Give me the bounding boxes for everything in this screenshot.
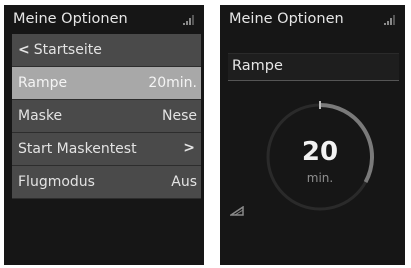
menu-item-label: Rampe (18, 75, 68, 91)
title-bar: Meine Optionen (4, 5, 204, 33)
setting-name-label: Rampe (232, 58, 283, 74)
ramp-setting-screen: Meine Optionen Rampe 20 min. (220, 5, 405, 265)
title-bar: Meine Optionen (220, 5, 405, 33)
menu-item-flugmodus[interactable]: Flugmodus Aus (12, 166, 201, 199)
menu-item-label: Startseite (33, 42, 102, 58)
signal-icon (183, 15, 194, 25)
options-menu: < Startseite Rampe 20min. Maske Nese Star… (12, 34, 201, 199)
menu-item-value: Aus (171, 174, 197, 190)
menu-item-label: Start Maskentest (18, 141, 137, 157)
menu-item-start-maskentest[interactable]: Start Maskentest > (12, 133, 201, 166)
menu-item-value: 20min. (148, 75, 197, 91)
menu-item-maske[interactable]: Maske Nese (12, 100, 201, 133)
dial-value: 20 (301, 137, 339, 167)
ramp-time-dial[interactable]: 20 min. (260, 97, 380, 217)
menu-item-label: Flugmodus (18, 174, 95, 190)
screen-title: Meine Optionen (229, 11, 344, 27)
setting-name-field: Rampe (228, 53, 399, 81)
menu-item-label: Maske (18, 108, 63, 124)
dial-unit: min. (306, 171, 334, 185)
menu-item-value: Nese (162, 108, 197, 124)
chevron-right-icon: > (183, 140, 195, 156)
screen-title: Meine Optionen (13, 11, 128, 27)
menu-item-startseite[interactable]: < Startseite (12, 34, 201, 67)
ramp-icon (230, 206, 244, 216)
menu-item-rampe[interactable]: Rampe 20min. (12, 67, 201, 100)
options-menu-screen: Meine Optionen < Startseite Rampe 20min. … (4, 5, 204, 265)
signal-icon (384, 15, 395, 25)
chevron-left-icon: < (18, 42, 30, 58)
